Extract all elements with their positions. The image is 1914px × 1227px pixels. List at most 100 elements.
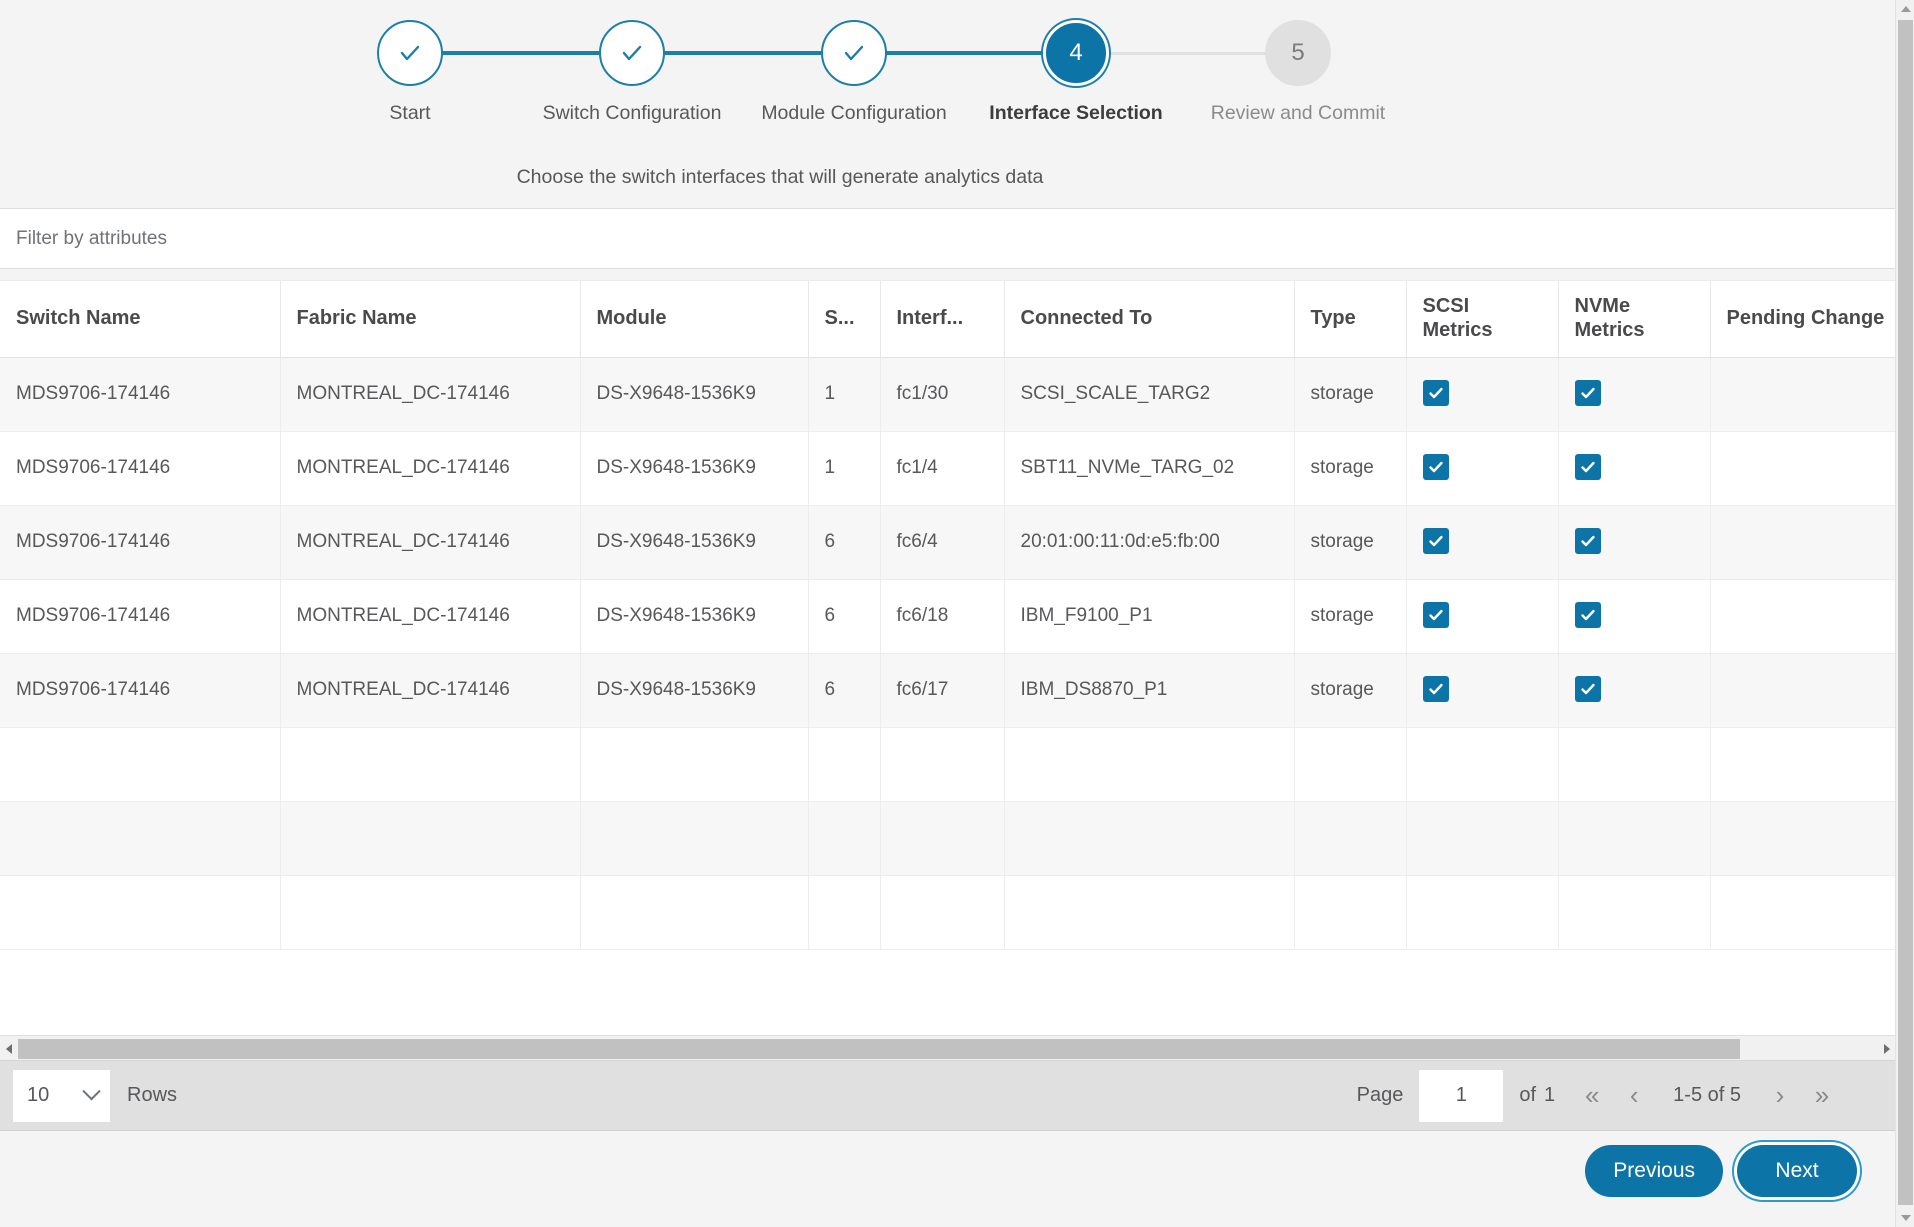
of-label: of: [1519, 1084, 1536, 1107]
step-marker-check: [821, 20, 887, 86]
cell-nvme-metrics[interactable]: [1558, 579, 1710, 653]
previous-page-button[interactable]: ‹: [1613, 1075, 1655, 1117]
page-number-input[interactable]: [1419, 1070, 1503, 1122]
column-header-scsi-metrics-line2: Metrics: [1423, 319, 1493, 341]
page-label: Page: [1357, 1084, 1404, 1107]
cell-slot: 6: [808, 653, 880, 727]
cell-type: storage: [1294, 431, 1406, 505]
filter-input[interactable]: [14, 227, 614, 251]
step-marker-number: 4: [1043, 20, 1109, 86]
scsi-metrics-checkbox[interactable]: [1423, 454, 1449, 480]
scroll-up-arrow-icon[interactable]: [1896, 0, 1914, 18]
cell-connected-to: IBM_DS8870_P1: [1004, 653, 1294, 727]
table-row[interactable]: MDS9706-174146 MONTREAL_DC-174146 DS-X96…: [0, 431, 1895, 505]
cell-slot: 1: [808, 431, 880, 505]
nvme-metrics-checkbox[interactable]: [1575, 454, 1601, 480]
cell-scsi-metrics[interactable]: [1406, 653, 1558, 727]
step-marker-check: [377, 20, 443, 86]
scsi-metrics-checkbox[interactable]: [1423, 602, 1449, 628]
total-pages: 1: [1544, 1084, 1555, 1107]
cell-fabric-name: MONTREAL_DC-174146: [280, 431, 580, 505]
cell-nvme-metrics[interactable]: [1558, 653, 1710, 727]
cell-type: storage: [1294, 505, 1406, 579]
wizard-footer: Previous Next: [0, 1131, 1895, 1217]
first-page-button[interactable]: «: [1571, 1075, 1613, 1117]
column-header-scsi-metrics-line1: SCSI: [1423, 295, 1470, 317]
nvme-metrics-checkbox[interactable]: [1575, 602, 1601, 628]
column-header-module[interactable]: Module: [580, 281, 808, 357]
cell-pending-change: [1710, 431, 1895, 505]
horizontal-scroll-thumb[interactable]: [18, 1039, 1740, 1059]
cell-type: storage: [1294, 653, 1406, 727]
cell-fabric-name: MONTREAL_DC-174146: [280, 653, 580, 727]
table-row[interactable]: MDS9706-174146 MONTREAL_DC-174146 DS-X96…: [0, 357, 1895, 431]
cell-module: DS-X9648-1536K9: [580, 357, 808, 431]
nvme-metrics-checkbox[interactable]: [1575, 676, 1601, 702]
scsi-metrics-checkbox[interactable]: [1423, 676, 1449, 702]
cell-scsi-metrics[interactable]: [1406, 357, 1558, 431]
wizard-stepper-section: Start Switch Configuration: [0, 0, 1895, 208]
cell-nvme-metrics[interactable]: [1558, 505, 1710, 579]
previous-button[interactable]: Previous: [1585, 1145, 1723, 1197]
next-button[interactable]: Next: [1737, 1145, 1857, 1197]
table-body: MDS9706-174146 MONTREAL_DC-174146 DS-X96…: [0, 357, 1895, 949]
cell-connected-to: SCSI_SCALE_TARG2: [1004, 357, 1294, 431]
cell-interface: fc6/18: [880, 579, 1004, 653]
cell-slot: 6: [808, 505, 880, 579]
stepper-step-review-and-commit[interactable]: 5 Review and Commit: [1198, 20, 1398, 125]
cell-interface: fc6/17: [880, 653, 1004, 727]
column-header-type[interactable]: Type: [1294, 281, 1406, 357]
table-row[interactable]: MDS9706-174146 MONTREAL_DC-174146 DS-X96…: [0, 505, 1895, 579]
cell-connected-to: IBM_F9100_P1: [1004, 579, 1294, 653]
column-header-fabric-name[interactable]: Fabric Name: [280, 281, 580, 357]
scroll-down-arrow-icon[interactable]: [1896, 1209, 1914, 1227]
cell-fabric-name: MONTREAL_DC-174146: [280, 579, 580, 653]
nvme-metrics-checkbox[interactable]: [1575, 380, 1601, 406]
cell-nvme-metrics[interactable]: [1558, 431, 1710, 505]
cell-switch-name: MDS9706-174146: [0, 505, 280, 579]
table-horizontal-scrollbar[interactable]: [0, 1035, 1895, 1061]
column-header-connected-to[interactable]: Connected To: [1004, 281, 1294, 357]
column-header-slot[interactable]: S...: [808, 281, 880, 357]
cell-type: storage: [1294, 579, 1406, 653]
column-header-scsi-metrics[interactable]: SCSI Metrics: [1406, 281, 1558, 357]
page-vertical-scrollbar[interactable]: [1895, 0, 1914, 1227]
step-label: Interface Selection: [976, 102, 1176, 125]
stepper-step-interface-selection[interactable]: 4 Interface Selection: [976, 20, 1176, 125]
table-row[interactable]: MDS9706-174146 MONTREAL_DC-174146 DS-X96…: [0, 653, 1895, 727]
cell-nvme-metrics[interactable]: [1558, 357, 1710, 431]
step-marker-number: 5: [1265, 20, 1331, 86]
nvme-metrics-checkbox[interactable]: [1575, 528, 1601, 554]
column-header-interface[interactable]: Interf...: [880, 281, 1004, 357]
cell-fabric-name: MONTREAL_DC-174146: [280, 357, 580, 431]
cell-switch-name: MDS9706-174146: [0, 653, 280, 727]
cell-connected-to: 20:01:00:11:0d:e5:fb:00: [1004, 505, 1294, 579]
vertical-scroll-thumb[interactable]: [1898, 20, 1913, 1205]
cell-scsi-metrics[interactable]: [1406, 431, 1558, 505]
column-header-nvme-metrics[interactable]: NVMe Metrics: [1558, 281, 1710, 357]
scroll-left-arrow-icon[interactable]: [0, 1036, 17, 1062]
scsi-metrics-checkbox[interactable]: [1423, 528, 1449, 554]
rows-per-page-value: 10: [27, 1084, 49, 1107]
scroll-right-arrow-icon[interactable]: [1878, 1036, 1895, 1062]
last-page-button[interactable]: »: [1801, 1075, 1843, 1117]
wizard-footer-buttons: Previous Next: [1585, 1145, 1857, 1197]
cell-module: DS-X9648-1536K9: [580, 431, 808, 505]
cell-slot: 1: [808, 357, 880, 431]
pagination-bar: 10 Rows Page of 1 « ‹ 1-5 of 5 › »: [0, 1061, 1895, 1131]
stepper-step-start[interactable]: Start: [310, 20, 510, 125]
cell-connected-to: SBT11_NVMe_TARG_02: [1004, 431, 1294, 505]
table-row[interactable]: MDS9706-174146 MONTREAL_DC-174146 DS-X96…: [0, 579, 1895, 653]
column-header-pending-change[interactable]: Pending Change: [1710, 281, 1895, 357]
scsi-metrics-checkbox[interactable]: [1423, 380, 1449, 406]
rows-per-page-select[interactable]: 10: [13, 1070, 110, 1122]
cell-scsi-metrics[interactable]: [1406, 505, 1558, 579]
cell-scsi-metrics[interactable]: [1406, 579, 1558, 653]
wizard-stepper: Start Switch Configuration: [355, 20, 1465, 145]
stepper-step-module-configuration[interactable]: Module Configuration: [754, 20, 954, 125]
next-page-button[interactable]: ›: [1759, 1075, 1801, 1117]
cell-module: DS-X9648-1536K9: [580, 579, 808, 653]
column-header-switch-name[interactable]: Switch Name: [0, 281, 280, 357]
cell-fabric-name: MONTREAL_DC-174146: [280, 505, 580, 579]
stepper-step-switch-configuration[interactable]: Switch Configuration: [532, 20, 732, 125]
